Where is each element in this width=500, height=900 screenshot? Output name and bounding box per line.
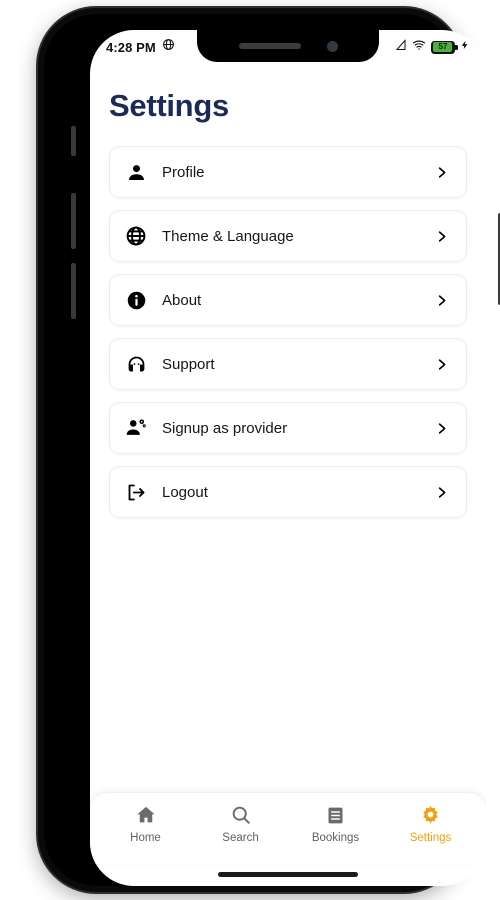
settings-item-label: About bbox=[162, 291, 202, 309]
info-circle-icon bbox=[124, 288, 148, 312]
status-time: 4:28 PM bbox=[106, 39, 156, 55]
home-indicator[interactable] bbox=[218, 872, 358, 877]
settings-item-theme-language[interactable]: Theme & Language bbox=[109, 210, 467, 262]
chevron-right-icon bbox=[432, 483, 450, 501]
settings-item-label: Profile bbox=[162, 163, 205, 181]
chevron-right-icon bbox=[432, 419, 450, 437]
earpiece-speaker bbox=[238, 43, 301, 49]
settings-item-support[interactable]: Support bbox=[109, 338, 467, 390]
charging-bolt-icon bbox=[460, 38, 470, 56]
headset-icon bbox=[124, 352, 148, 376]
home-icon bbox=[134, 804, 157, 827]
bottom-navigation-bar: Home Search Bookings Settings bbox=[90, 792, 486, 864]
battery-cap bbox=[455, 45, 458, 50]
battery-icon: 57 bbox=[431, 40, 458, 54]
settings-item-label: Logout bbox=[162, 483, 208, 501]
nav-item-home[interactable]: Home bbox=[107, 804, 185, 844]
search-icon bbox=[229, 804, 252, 827]
nav-item-bookings[interactable]: Bookings bbox=[297, 804, 375, 844]
nav-item-label: Bookings bbox=[311, 831, 360, 844]
person-icon bbox=[124, 160, 148, 184]
phone-device-frame: 4:28 PM 57 Settings Profile Theme & Lang… bbox=[38, 8, 500, 892]
settings-item-logout[interactable]: Logout bbox=[109, 466, 467, 518]
settings-item-label: Theme & Language bbox=[162, 227, 294, 245]
wifi-icon bbox=[412, 38, 426, 57]
chevron-right-icon bbox=[432, 355, 450, 373]
nav-item-label: Settings bbox=[409, 831, 452, 844]
battery-level-label: 57 bbox=[438, 42, 448, 51]
nav-item-settings[interactable]: Settings bbox=[392, 804, 470, 844]
chevron-right-icon bbox=[432, 291, 450, 309]
silent-switch-button[interactable] bbox=[71, 126, 76, 156]
person-gear-icon bbox=[124, 416, 148, 440]
nav-item-label: Search bbox=[222, 831, 259, 844]
settings-list: Profile Theme & Language About Support S… bbox=[90, 146, 486, 518]
settings-item-label: Support bbox=[162, 355, 215, 373]
volume-up-button[interactable] bbox=[71, 193, 76, 249]
volume-down-button[interactable] bbox=[71, 263, 76, 319]
globe-icon bbox=[162, 38, 175, 56]
settings-item-label: Signup as provider bbox=[162, 419, 288, 437]
settings-item-signup-as-provider[interactable]: Signup as provider bbox=[109, 402, 467, 454]
chevron-right-icon bbox=[432, 163, 450, 181]
gear-icon bbox=[419, 804, 442, 827]
logout-arrow-icon bbox=[124, 480, 148, 504]
chevron-right-icon bbox=[432, 227, 450, 245]
bookings-icon bbox=[324, 804, 347, 827]
notch bbox=[197, 30, 379, 62]
cellular-signal-icon bbox=[395, 38, 407, 56]
front-camera-icon bbox=[326, 40, 338, 52]
status-bar-right: 57 bbox=[395, 38, 470, 57]
app-content: Settings Profile Theme & Language About … bbox=[90, 64, 486, 886]
globe-icon bbox=[124, 224, 148, 248]
settings-item-profile[interactable]: Profile bbox=[109, 146, 467, 198]
status-bar-left: 4:28 PM bbox=[106, 38, 175, 56]
nav-item-label: Home bbox=[130, 831, 161, 844]
nav-item-search[interactable]: Search bbox=[202, 804, 280, 844]
page-title: Settings bbox=[109, 88, 229, 123]
settings-item-about[interactable]: About bbox=[109, 274, 467, 326]
phone-screen: 4:28 PM 57 Settings Profile Theme & Lang… bbox=[90, 30, 486, 886]
